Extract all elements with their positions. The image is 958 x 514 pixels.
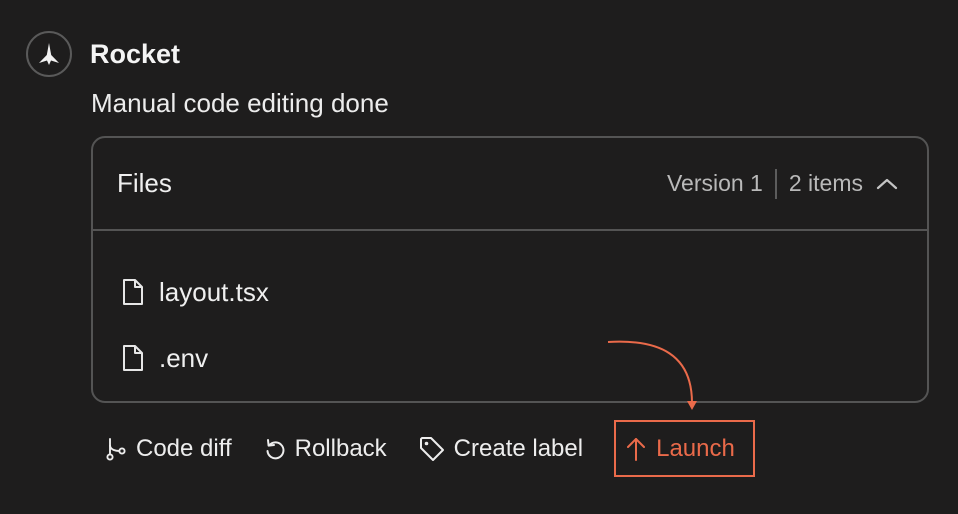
files-card: Files Version 1 2 items layout.tsx .env: [91, 136, 929, 403]
files-card-title: Files: [117, 168, 172, 198]
file-icon: [121, 278, 145, 306]
git-branch-icon: [104, 436, 128, 462]
version-label: Version 1: [666, 170, 763, 196]
file-list: layout.tsx .env: [93, 231, 927, 391]
items-count: 2 items: [788, 170, 863, 196]
files-card-header[interactable]: Files Version 1 2 items: [93, 138, 927, 231]
annotation-arrow-icon: [607, 340, 697, 410]
rollback-label: Rollback: [294, 434, 387, 462]
launch-button[interactable]: Launch: [614, 420, 755, 477]
tag-icon: [418, 435, 446, 463]
create-label-label: Create label: [453, 434, 584, 462]
file-item[interactable]: .env: [93, 325, 927, 391]
arrow-up-icon: [624, 435, 648, 463]
launch-label: Launch: [656, 434, 735, 462]
file-name: .env: [159, 342, 209, 373]
meta-divider: [774, 168, 777, 199]
action-bar: Code diff Rollback Create label Launch: [104, 420, 755, 477]
code-diff-label: Code diff: [136, 434, 232, 462]
chevron-up-icon[interactable]: [875, 176, 899, 192]
code-diff-button[interactable]: Code diff: [104, 435, 232, 463]
rocket-logo-icon: [26, 31, 72, 77]
undo-icon: [263, 437, 287, 461]
files-card-meta: Version 1 2 items: [666, 168, 899, 199]
file-item[interactable]: layout.tsx: [93, 259, 927, 325]
status-message: Manual code editing done: [91, 88, 389, 118]
rollback-button[interactable]: Rollback: [263, 435, 387, 463]
create-label-button[interactable]: Create label: [418, 435, 583, 463]
chat-message-panel: Rocket Manual code editing done Files Ve…: [0, 0, 958, 514]
app-name: Rocket: [90, 38, 181, 69]
file-icon: [121, 344, 145, 372]
file-name: layout.tsx: [159, 276, 269, 307]
message-header: Rocket: [26, 31, 180, 77]
